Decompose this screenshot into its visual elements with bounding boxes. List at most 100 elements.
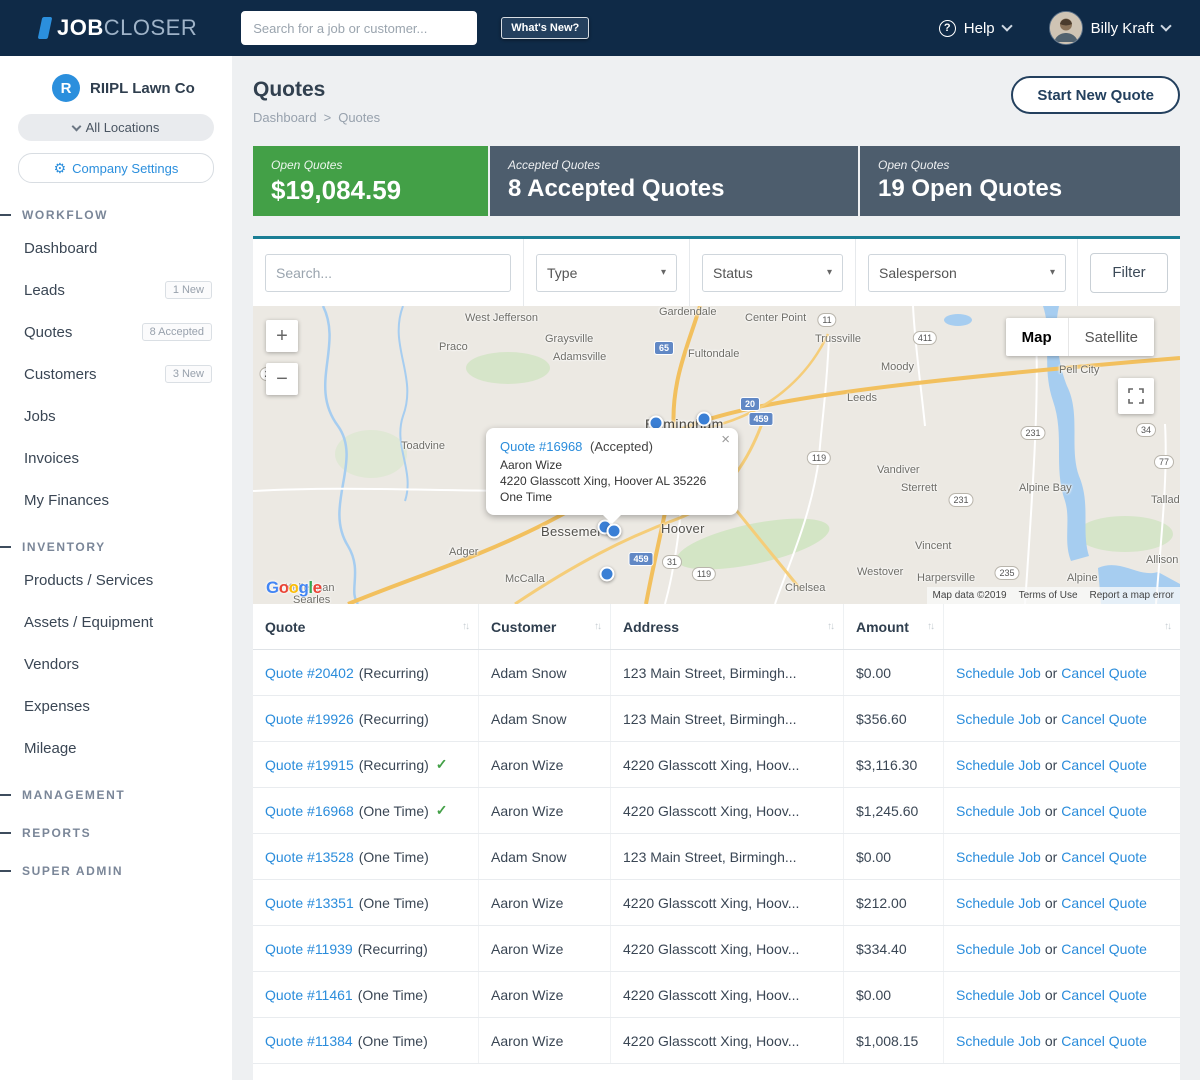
cancel-quote-link[interactable]: Cancel Quote (1061, 803, 1147, 819)
quote-link[interactable]: Quote #16968 (265, 803, 354, 819)
satellite-view-button[interactable]: Satellite (1068, 318, 1154, 356)
sidebar-item-customers[interactable]: Customers 3 New (0, 353, 232, 395)
user-avatar (1049, 11, 1083, 45)
schedule-job-link[interactable]: Schedule Job (956, 849, 1041, 865)
quote-link[interactable]: Quote #19915 (265, 757, 354, 773)
sidebar-section-workflow[interactable]: WORKFLOW (0, 203, 232, 227)
schedule-job-link[interactable]: Schedule Job (956, 665, 1041, 681)
quotes-search-input[interactable] (265, 254, 511, 292)
cancel-quote-link[interactable]: Cancel Quote (1061, 987, 1147, 1003)
sidebar-item-jobs[interactable]: Jobs (0, 395, 232, 437)
quote-link[interactable]: Quote #11939 (265, 941, 353, 957)
sidebar-section-inventory[interactable]: INVENTORY (0, 535, 232, 559)
quote-link[interactable]: Quote #11461 (265, 987, 353, 1003)
filter-button[interactable]: Filter (1090, 253, 1168, 293)
sidebar-item-products-services[interactable]: Products / Services (0, 559, 232, 601)
global-search-input[interactable] (241, 11, 477, 45)
sort-icon[interactable]: ↑↓ (1164, 621, 1170, 632)
sidebar-item-dashboard[interactable]: Dashboard (0, 227, 232, 269)
accepted-check-icon: ✓ (436, 756, 448, 773)
map-view-button[interactable]: Map (1006, 318, 1068, 356)
cancel-quote-link[interactable]: Cancel Quote (1061, 941, 1147, 957)
quote-amount: $0.00 (856, 849, 891, 865)
map-label-westover: Westover (857, 566, 903, 578)
locations-dropdown[interactable]: All Locations (18, 114, 214, 141)
cancel-quote-link[interactable]: Cancel Quote (1061, 849, 1147, 865)
map[interactable]: GardendaleWest JeffersonCenter PointPrac… (253, 306, 1180, 604)
sidebar-section-reports[interactable]: REPORTS (0, 821, 232, 845)
report-map-error-link[interactable]: Report a map error (1090, 590, 1174, 601)
sidebar-item-my-finances[interactable]: My Finances (0, 479, 232, 521)
sidebar-section-management[interactable]: MANAGEMENT (0, 783, 232, 807)
sidebar-item-invoices[interactable]: Invoices (0, 437, 232, 479)
sidebar-item-expenses[interactable]: Expenses (0, 685, 232, 727)
company-settings-button[interactable]: ⚙ Company Settings (18, 153, 214, 183)
table-row: Quote #19915 (Recurring) ✓ Aaron Wize 42… (253, 742, 1180, 788)
schedule-job-link[interactable]: Schedule Job (956, 941, 1041, 957)
schedule-job-link[interactable]: Schedule Job (956, 895, 1041, 911)
table-body: Quote #20402 (Recurring) Adam Snow 123 M… (253, 650, 1180, 1064)
schedule-job-link[interactable]: Schedule Job (956, 803, 1041, 819)
route-shield-icon: 77 (1154, 455, 1174, 469)
schedule-job-link[interactable]: Schedule Job (956, 711, 1041, 727)
user-menu[interactable]: Billy Kraft (1049, 11, 1170, 45)
stat-label: Open Quotes (878, 158, 1162, 172)
start-new-quote-button[interactable]: Start New Quote (1011, 76, 1180, 114)
cancel-quote-link[interactable]: Cancel Quote (1061, 665, 1147, 681)
sort-icon[interactable]: ↑↓ (594, 621, 600, 632)
header-actions[interactable]: ↑↓ (944, 604, 1180, 649)
quote-link[interactable]: Quote #13528 (265, 849, 354, 865)
sort-icon[interactable]: ↑↓ (462, 621, 468, 632)
sidebar-item-quotes[interactable]: Quotes 8 Accepted (0, 311, 232, 353)
whats-new-button[interactable]: What's New? (501, 17, 589, 39)
fullscreen-button[interactable] (1118, 378, 1154, 414)
sidebar-item-mileage[interactable]: Mileage (0, 727, 232, 769)
customer-address: 4220 Glasscott Xing, Hoov... (623, 895, 799, 911)
google-logo[interactable]: Google (266, 578, 322, 598)
app-logo[interactable]: JOB CLOSER (40, 15, 197, 41)
cancel-quote-link[interactable]: Cancel Quote (1061, 757, 1147, 773)
sort-icon[interactable]: ↑↓ (827, 621, 833, 632)
salesperson-select[interactable]: Salesperson ▾ (868, 254, 1066, 292)
schedule-job-link[interactable]: Schedule Job (956, 1033, 1041, 1049)
terms-of-use-link[interactable]: Terms of Use (1019, 590, 1078, 601)
cancel-quote-link[interactable]: Cancel Quote (1061, 1033, 1147, 1049)
sidebar-item-leads[interactable]: Leads 1 New (0, 269, 232, 311)
help-menu[interactable]: ? Help (939, 20, 1011, 37)
schedule-job-link[interactable]: Schedule Job (956, 757, 1041, 773)
or-text: or (1045, 1033, 1057, 1049)
header-quote[interactable]: Quote ↑↓ (253, 604, 479, 649)
sort-icon[interactable]: ↑↓ (927, 621, 933, 632)
close-icon[interactable]: × (721, 432, 730, 447)
sidebar-item-vendors[interactable]: Vendors (0, 643, 232, 685)
map-marker-icon[interactable] (697, 412, 712, 427)
header-address[interactable]: Address ↑↓ (611, 604, 844, 649)
salesperson-select-value: Salesperson (879, 265, 957, 281)
map-marker-icon[interactable] (607, 524, 622, 539)
quote-link[interactable]: Quote #11384 (265, 1033, 353, 1049)
cancel-quote-link[interactable]: Cancel Quote (1061, 895, 1147, 911)
cancel-quote-link[interactable]: Cancel Quote (1061, 711, 1147, 727)
quote-link[interactable]: Quote #19926 (265, 711, 354, 727)
map-marker-icon[interactable] (600, 567, 615, 582)
quote-link[interactable]: Quote #20402 (265, 665, 354, 681)
zoom-in-button[interactable]: + (266, 320, 298, 352)
header-amount[interactable]: Amount ↑↓ (844, 604, 944, 649)
sidebar-item-assets-equipment[interactable]: Assets / Equipment (0, 601, 232, 643)
header-customer[interactable]: Customer ↑↓ (479, 604, 611, 649)
customer-name: Aaron Wize (491, 987, 563, 1003)
quote-amount: $1,245.60 (856, 803, 918, 819)
breadcrumb-dashboard[interactable]: Dashboard (253, 110, 317, 125)
quote-amount: $0.00 (856, 987, 891, 1003)
zoom-out-button[interactable]: − (266, 363, 298, 395)
quote-link[interactable]: Quote #13351 (265, 895, 354, 911)
type-select[interactable]: Type ▾ (536, 254, 677, 292)
schedule-job-link[interactable]: Schedule Job (956, 987, 1041, 1003)
info-window-quote-link[interactable]: Quote #16968 (500, 439, 582, 454)
sidebar-section-super-admin[interactable]: SUPER ADMIN (0, 859, 232, 883)
or-text: or (1045, 895, 1057, 911)
status-select[interactable]: Status ▾ (702, 254, 843, 292)
map-label-graysville: Graysville (545, 333, 593, 345)
company-switcher[interactable]: R RIIPL Lawn Co (52, 74, 232, 102)
customer-name: Aaron Wize (491, 895, 563, 911)
